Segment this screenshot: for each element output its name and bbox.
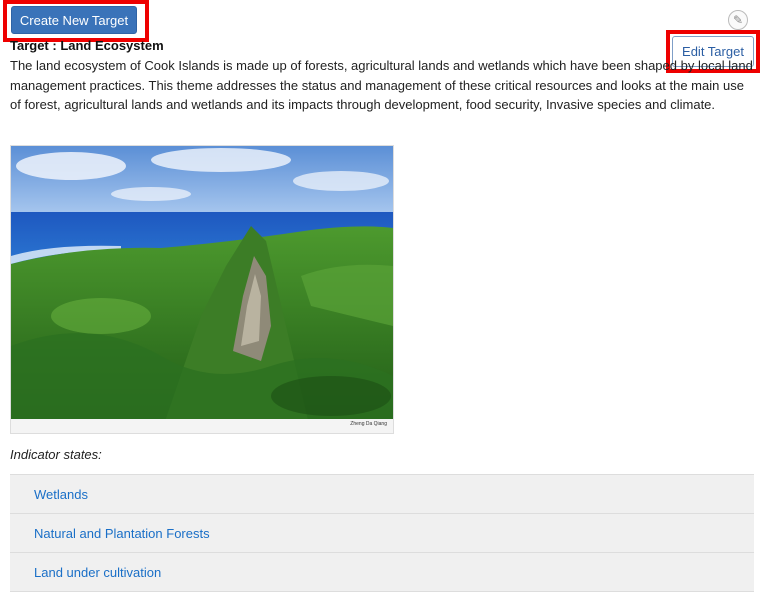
indicator-list: Wetlands Natural and Plantation Forests …: [10, 474, 754, 592]
list-item: Wetlands: [10, 475, 754, 514]
indicator-link-wetlands[interactable]: Wetlands: [34, 487, 88, 502]
image-caption: Zheng Da Qiang: [350, 421, 387, 427]
target-description: The land ecosystem of Cook Islands is ma…: [10, 58, 753, 112]
indicator-link-forests[interactable]: Natural and Plantation Forests: [34, 526, 210, 541]
indicator-states-label: Indicator states:: [10, 447, 102, 462]
create-new-target-button[interactable]: Create New Target: [11, 6, 137, 34]
land-ecosystem-photo: Zheng Da Qiang: [10, 145, 394, 434]
list-item: Natural and Plantation Forests: [10, 514, 754, 553]
indicator-link-cultivation[interactable]: Land under cultivation: [34, 565, 161, 580]
list-item: Land under cultivation: [10, 553, 754, 592]
target-title: Target : Land Ecosystem: [10, 38, 164, 53]
pencil-icon[interactable]: ✎: [728, 10, 748, 30]
